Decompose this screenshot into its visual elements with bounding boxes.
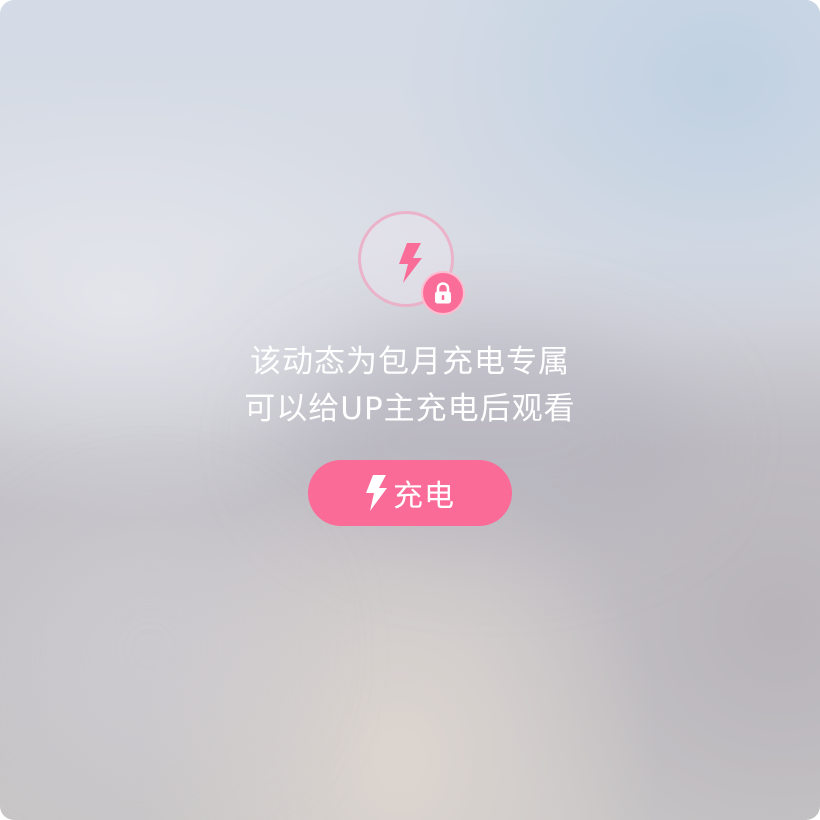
lightning-bolt-icon <box>399 243 422 283</box>
lock-icon <box>421 271 465 315</box>
charge-button-label: 充电 <box>393 479 455 514</box>
locked-message-line1: 该动态为包月充电专属 <box>250 344 570 380</box>
charge-lock-badge <box>358 211 465 315</box>
charge-button[interactable]: 充电 <box>308 460 512 526</box>
lightning-bolt-icon <box>366 475 387 511</box>
locked-message-line2: 可以给UP主充电后观看 <box>244 391 576 427</box>
locked-content-card: 该动态为包月充电专属 可以给UP主充电后观看 充电 <box>0 0 820 820</box>
blurred-background-accent <box>20 520 280 780</box>
